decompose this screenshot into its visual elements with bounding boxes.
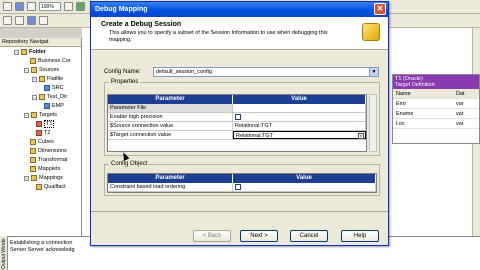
property-row[interactable]: $Source connection value Relational:TGT [108, 122, 366, 131]
target-header-row: Name Dat [393, 89, 479, 99]
database-icon [39, 94, 45, 100]
mapping-icon [36, 184, 42, 190]
browse-icon[interactable]: ▪ [358, 133, 364, 139]
output-window-tab[interactable]: Output Windo [0, 236, 8, 270]
tree-sources[interactable]: − Sources [24, 66, 59, 74]
config-name-select[interactable]: default_session_config ▼ [153, 67, 379, 77]
dialog-banner: Create a Debug Session This allows you t… [91, 17, 388, 50]
properties-scrollbar[interactable] [369, 94, 377, 152]
tree-emp[interactable]: EMP [44, 102, 64, 110]
debug-mapping-dialog: Debug Mapping ✕ Create a Debug Session T… [90, 1, 389, 246]
folder-icon [30, 166, 36, 172]
dialog-titlebar[interactable]: Debug Mapping ✕ [91, 2, 388, 17]
tree-src[interactable]: SRC [44, 84, 64, 92]
collapse-icon[interactable]: − [24, 112, 29, 118]
folder-icon [30, 148, 36, 154]
open-icon[interactable] [15, 2, 24, 11]
collapse-icon[interactable]: − [24, 175, 29, 181]
config-object-label: Config Object [109, 161, 150, 167]
property-value-cell [233, 113, 366, 121]
toolbar-icon-1[interactable] [3, 16, 12, 25]
close-button[interactable]: ✕ [374, 3, 386, 15]
tree-flatfile[interactable]: − Flatfile [32, 75, 63, 83]
property-row[interactable]: $Target connection value Relational:TGT … [108, 131, 366, 140]
output-panel: Establishing a connection Server Server … [8, 236, 82, 270]
property-row[interactable]: Parameter File [108, 104, 366, 113]
config-object-header-row: Parameter Value [108, 174, 376, 183]
tree-transformations[interactable]: Transformat [30, 156, 67, 164]
target-field-row[interactable]: Eno var [393, 99, 479, 109]
tree-t2[interactable]: T2 [36, 129, 50, 137]
collapse-icon[interactable]: − [32, 76, 37, 82]
folder-icon [30, 139, 36, 145]
navigator-title: Repository Navigat [0, 38, 81, 47]
chevron-down-icon[interactable]: ▼ [369, 68, 378, 76]
banner-description: This allows you to specify a subset of t… [109, 30, 328, 43]
target-table-icon [36, 130, 42, 136]
tree-folder[interactable]: − Folder [14, 48, 46, 56]
repository-navigator: Repository Navigat − Folder Business Cor … [0, 38, 82, 262]
toolbar-icon-3[interactable] [27, 16, 36, 25]
toolbar-icon-2[interactable] [15, 16, 24, 25]
tree-mappings[interactable]: − Mappings [24, 174, 63, 182]
new-icon[interactable] [3, 2, 12, 11]
collapse-icon[interactable]: − [32, 94, 37, 100]
folder-icon [31, 175, 37, 181]
folder-icon [31, 67, 37, 73]
tree-mapplets[interactable]: Mapplets [30, 165, 60, 173]
property-row[interactable]: Enable high precision [108, 113, 366, 122]
save-icon[interactable] [27, 2, 36, 11]
config-name-label: Config Name: [104, 69, 141, 75]
target-field-row[interactable]: Loc var [393, 119, 479, 129]
property-value-input[interactable]: Relational:TGT ▪ [233, 131, 366, 139]
properties-group: Properties Parameter Value Parameter Fil… [104, 79, 380, 156]
config-object-group: Config Object Parameter Value Constraint… [104, 161, 380, 196]
debug-wizard-icon [362, 23, 380, 41]
config-object-row[interactable]: Constraint based load ordering [108, 183, 376, 192]
property-value-input[interactable] [233, 104, 366, 112]
target-definition-panel[interactable]: T1 (Oracle) Target Definition Name Dat E… [392, 74, 480, 144]
tree-cubes[interactable]: Cubes [30, 138, 54, 146]
tree-test-dir[interactable]: − Test_Dir [32, 93, 67, 101]
back-button[interactable]: < Back [193, 230, 231, 242]
target-table-icon [36, 121, 42, 127]
config-object-grid: Parameter Value Constraint based load or… [107, 173, 377, 193]
help-button[interactable]: Help [341, 230, 379, 242]
toolbar-icon-4[interactable] [39, 16, 48, 25]
property-value-input[interactable]: Relational:TGT [233, 122, 366, 130]
folder-icon [21, 49, 27, 55]
tree-dimensions[interactable]: Dimensions [30, 147, 67, 155]
banner-title: Create a Debug Session [101, 21, 182, 28]
tree-business-components[interactable]: Business Cor [30, 57, 71, 65]
properties-grid: Parameter Value Parameter File Enable hi… [107, 94, 367, 152]
constraint-load-ordering-checkbox[interactable] [235, 184, 241, 190]
target-field-row[interactable]: Ename var [393, 109, 479, 119]
tree-targets[interactable]: − Targets [24, 111, 57, 119]
folder-icon [31, 112, 37, 118]
cancel-button[interactable]: Cancel [290, 230, 328, 242]
source-table-icon [44, 85, 50, 91]
properties-label: Properties [109, 79, 141, 85]
tree-t1[interactable]: T1 [36, 120, 55, 128]
zoom-arrow-icon[interactable] [64, 2, 73, 11]
source-table-icon [44, 103, 50, 109]
database-icon [39, 76, 45, 82]
enable-high-precision-checkbox[interactable] [235, 114, 241, 120]
target-title: T1 (Oracle) Target Definition [393, 75, 479, 89]
zoom-select[interactable]: 100% [39, 2, 61, 11]
dialog-footer-divider [91, 211, 388, 212]
folder-icon [30, 58, 36, 64]
collapse-icon[interactable]: − [14, 49, 19, 55]
config-object-value-cell [233, 183, 376, 191]
properties-header-row: Parameter Value [108, 95, 366, 104]
collapse-icon[interactable]: − [24, 67, 29, 73]
next-button[interactable]: Next > [240, 230, 278, 242]
run-icon[interactable] [76, 2, 85, 11]
tree-quallfact[interactable]: Quallfact [36, 183, 66, 191]
folder-icon [30, 157, 36, 163]
